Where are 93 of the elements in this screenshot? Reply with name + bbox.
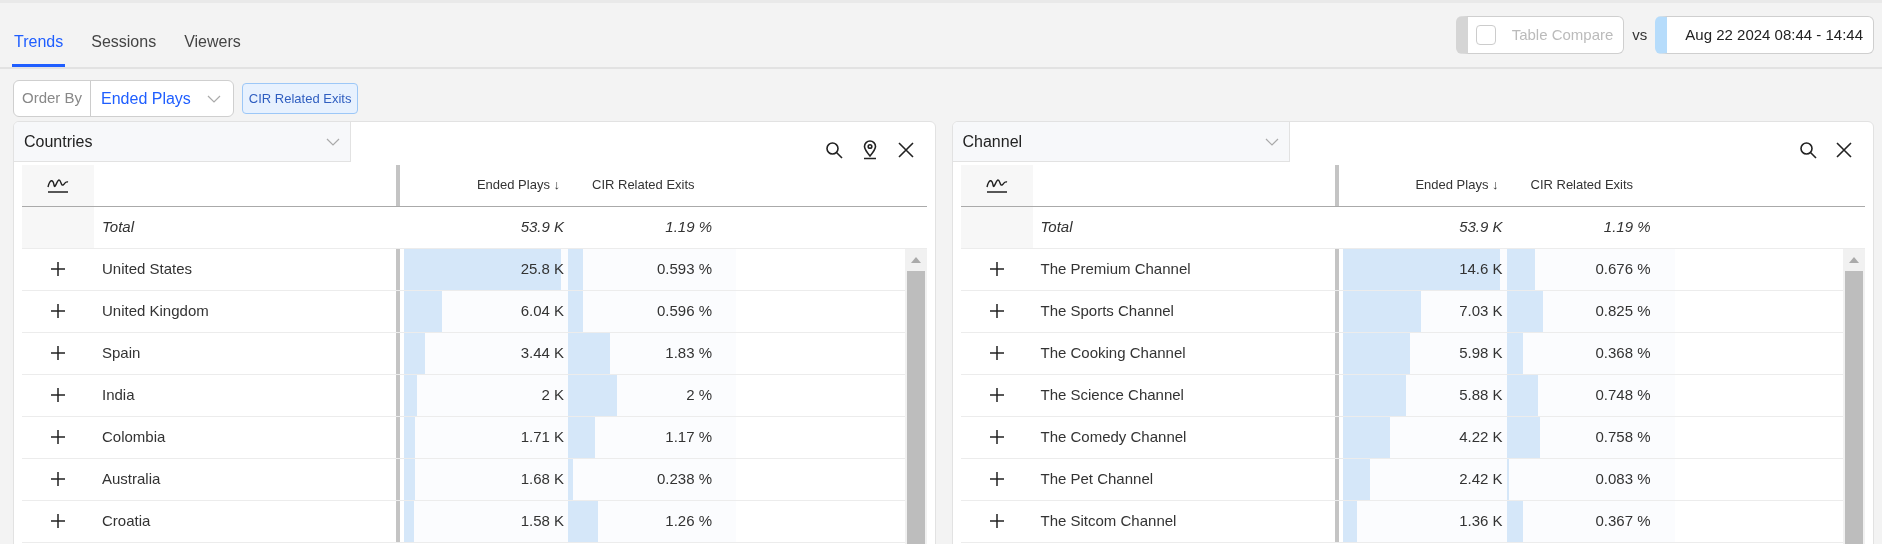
cell-value: 0.593 % (656, 258, 712, 279)
column-header[interactable]: CIR Related Exits (592, 175, 695, 195)
cell-value: 0.368 % (1595, 342, 1651, 363)
total-value: 1.19 % (1603, 216, 1651, 237)
cell-value: 1.36 K (1459, 510, 1503, 531)
dimension-select[interactable]: Channel (952, 122, 1290, 162)
search-icon[interactable] (824, 141, 843, 160)
expand-plus-icon[interactable] (51, 304, 65, 318)
dimension-label: Countries (24, 131, 93, 152)
date-range-button[interactable]: Aug 22 2024 08:44 - 14:44 (1655, 16, 1874, 54)
row-label: India (102, 384, 135, 405)
trend-line-icon (984, 176, 1009, 194)
cell-value: 1.26 % (665, 510, 712, 531)
expand-plus-icon[interactable] (51, 430, 65, 444)
cell-value: 25.8 K (520, 258, 564, 279)
total-value: 53.9 K (1459, 216, 1503, 237)
order-by-value: Ended Plays (101, 88, 191, 109)
row-label: United Kingdom (102, 300, 209, 321)
expand-plus-icon[interactable] (51, 472, 65, 486)
tab[interactable]: Trends (12, 19, 66, 67)
row-label: The Sitcom Channel (1040, 510, 1177, 531)
cell-value: 1.71 K (520, 426, 564, 447)
column-header[interactable]: Ended Plays ↓ (1415, 175, 1499, 195)
row-label: The Comedy Channel (1040, 426, 1187, 447)
cell-value: 0.367 % (1595, 510, 1651, 531)
expand-plus-icon[interactable] (989, 472, 1004, 486)
order-by-label: Order By (14, 81, 91, 116)
order-by-select[interactable]: Order By Ended Plays (13, 80, 234, 117)
expand-plus-icon[interactable] (989, 304, 1004, 318)
scrollbar[interactable] (904, 248, 927, 544)
cell-value: 4.22 K (1459, 426, 1503, 447)
row-label: The Pet Channel (1040, 468, 1154, 489)
total-label: Total (1040, 216, 1073, 237)
trend-line-icon (46, 176, 70, 194)
column-header[interactable]: Ended Plays ↓ (476, 175, 560, 195)
cell-value: 1.83 % (665, 342, 712, 363)
search-icon[interactable] (1799, 141, 1817, 160)
metric-chip[interactable]: CIR Related Exits (241, 83, 359, 114)
expand-plus-icon[interactable] (51, 346, 65, 360)
chevron-down-icon (1264, 137, 1279, 146)
cell-value: 2 % (686, 384, 712, 405)
row-label: United States (102, 258, 193, 279)
expand-plus-icon[interactable] (51, 262, 65, 276)
row-label: Spain (102, 342, 141, 363)
close-icon[interactable] (1835, 141, 1853, 160)
expand-plus-icon[interactable] (989, 514, 1004, 528)
total-value: 53.9 K (520, 216, 564, 237)
chevron-down-icon (326, 137, 340, 146)
cell-value: 1.58 K (520, 510, 564, 531)
total-label: Total (102, 216, 134, 237)
cell-value: 0.758 % (1595, 426, 1651, 447)
cell-value: 6.04 K (520, 300, 564, 321)
cell-value: 1.17 % (665, 426, 712, 447)
row-label: Croatia (102, 510, 151, 531)
cell-value: 0.238 % (656, 468, 712, 489)
cell-value: 0.825 % (1595, 300, 1651, 321)
tab[interactable]: Viewers (182, 19, 243, 67)
row-label: Australia (102, 468, 161, 489)
cell-value: 0.676 % (1595, 258, 1651, 279)
cell-value: 0.083 % (1595, 468, 1651, 489)
expand-plus-icon[interactable] (989, 388, 1004, 402)
tab[interactable]: Sessions (89, 19, 159, 67)
dimension-label: Channel (962, 131, 1023, 152)
cell-value: 14.6 K (1459, 258, 1503, 279)
chevron-down-icon (206, 94, 221, 103)
cell-value: 1.68 K (520, 468, 564, 489)
cell-value: 0.748 % (1595, 384, 1651, 405)
row-label: The Sports Channel (1040, 300, 1174, 321)
cell-value: 2 K (541, 384, 564, 405)
cell-value: 5.98 K (1459, 342, 1503, 363)
row-label: The Premium Channel (1040, 258, 1191, 279)
expand-plus-icon[interactable] (51, 514, 65, 528)
column-header[interactable]: CIR Related Exits (1530, 175, 1634, 195)
row-label: The Cooking Channel (1040, 342, 1186, 363)
expand-plus-icon[interactable] (989, 430, 1004, 444)
dimension-select[interactable]: Countries (14, 122, 351, 162)
scrollbar[interactable] (1843, 248, 1865, 544)
vs-label: vs (1632, 24, 1648, 45)
cell-value: 7.03 K (1459, 300, 1503, 321)
expand-plus-icon[interactable] (51, 388, 65, 402)
expand-plus-icon[interactable] (989, 262, 1004, 276)
total-value: 1.19 % (665, 216, 712, 237)
checkbox-label: Table Compare (1511, 24, 1614, 45)
row-label: The Science Channel (1040, 384, 1184, 405)
cell-value: 5.88 K (1459, 384, 1503, 405)
cell-value: 2.42 K (1459, 468, 1503, 489)
scrollbar-thumb[interactable] (1845, 270, 1863, 544)
expand-plus-icon[interactable] (989, 346, 1004, 360)
scrollbar-thumb[interactable] (906, 270, 925, 544)
row-label: Colombia (102, 426, 166, 447)
cell-value: 3.44 K (520, 342, 564, 363)
cell-value: 0.596 % (656, 300, 712, 321)
close-icon[interactable] (896, 141, 915, 160)
